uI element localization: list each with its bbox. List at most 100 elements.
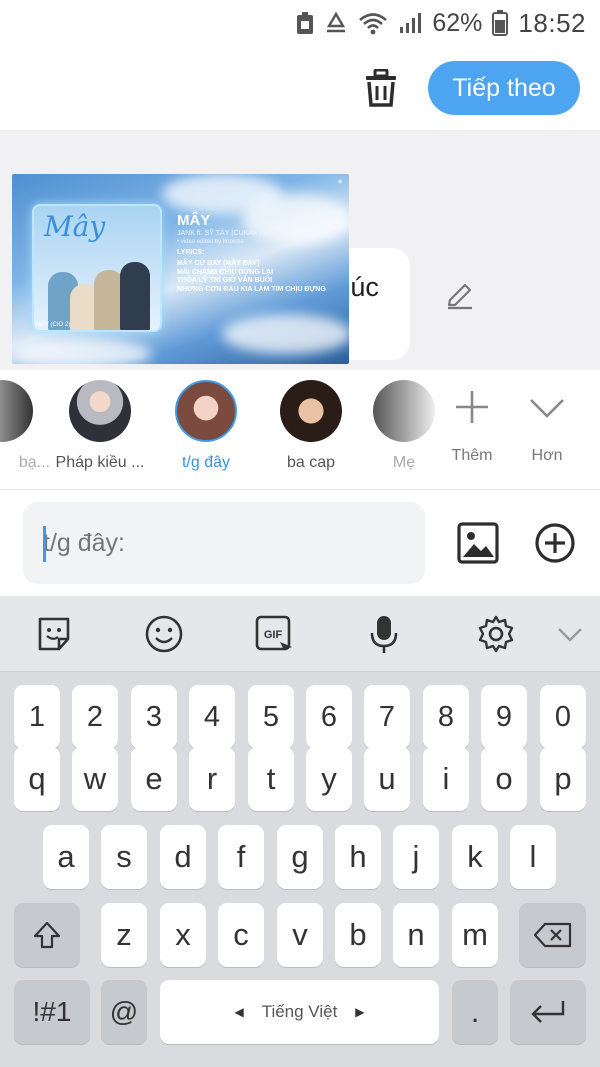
shift-icon — [33, 921, 61, 949]
key-4[interactable]: 4 — [189, 685, 235, 749]
song-editor: • video edited by tiruxime — [177, 239, 244, 245]
key-o[interactable]: o — [481, 747, 527, 811]
contact-avatar — [373, 380, 435, 442]
contact-name: Mẹ — [392, 454, 416, 471]
delete-button[interactable] — [360, 66, 402, 110]
plus-icon — [456, 391, 488, 423]
key-i[interactable]: i — [423, 747, 469, 811]
contact-item[interactable]: bạ... — [0, 380, 50, 472]
album-caption: MÂY (CIO 2) — [36, 322, 71, 328]
contact-name: Pháp kiều ... — [55, 454, 145, 471]
key-y[interactable]: y — [306, 747, 352, 811]
wifi-icon — [358, 11, 388, 35]
key-3[interactable]: 3 — [131, 685, 177, 749]
contact-name: t/g đây — [181, 454, 231, 471]
key-m[interactable]: m — [452, 903, 498, 967]
key-q[interactable]: q — [14, 747, 60, 811]
contact-avatar — [280, 380, 342, 442]
chevron-down-icon — [530, 399, 564, 418]
contact-item[interactable]: Mẹ — [356, 380, 452, 472]
key-j[interactable]: j — [393, 825, 439, 889]
key-9[interactable]: 9 — [481, 685, 527, 749]
key-f[interactable]: f — [218, 825, 264, 889]
text-cursor — [43, 526, 46, 562]
status-icons: 62% 18:52 — [296, 6, 586, 40]
key-h[interactable]: h — [335, 825, 381, 889]
collapse-keyboard-button[interactable] — [550, 614, 590, 654]
keyboard-settings-button[interactable] — [476, 614, 516, 654]
plus-circle-icon — [535, 523, 575, 563]
contact-avatar — [0, 380, 33, 442]
symbols-key[interactable]: !#1 — [14, 980, 90, 1044]
key-6[interactable]: 6 — [306, 685, 352, 749]
chat-area: Mây MÂY (CIO 2) MÂY JANK ft. SỸ TÂY (CUK… — [0, 130, 600, 370]
space-key[interactable]: ◀ Tiếng Việt ▶ — [160, 980, 439, 1044]
key-0[interactable]: 0 — [540, 685, 586, 749]
key-7[interactable]: 7 — [364, 685, 410, 749]
more-label: Thêm — [451, 447, 493, 464]
at-key[interactable]: @ — [101, 980, 147, 1044]
svg-text:GIF: GIF — [264, 629, 283, 641]
add-attachment-button[interactable] — [533, 521, 577, 565]
trash-icon — [366, 69, 396, 107]
key-v[interactable]: v — [277, 903, 323, 967]
key-p[interactable]: p — [540, 747, 586, 811]
key-b[interactable]: b — [335, 903, 381, 967]
key-d[interactable]: d — [160, 825, 206, 889]
song-artist: JANK ft. SỸ TÂY (CUKAK REMIX) — [177, 230, 285, 237]
period-key[interactable]: . — [452, 980, 498, 1044]
key-e[interactable]: e — [131, 747, 177, 811]
contact-item[interactable]: Pháp kiều ... — [52, 380, 148, 472]
attach-image-button[interactable] — [456, 521, 500, 565]
emoji-icon — [145, 615, 183, 653]
key-z[interactable]: z — [101, 903, 147, 967]
key-g[interactable]: g — [277, 825, 323, 889]
key-r[interactable]: r — [189, 747, 235, 811]
sticker-icon — [38, 617, 70, 651]
clock: 18:52 — [518, 7, 586, 38]
contact-item-selected[interactable]: t/g đây — [158, 380, 254, 472]
key-2[interactable]: 2 — [72, 685, 118, 749]
settings-icon — [478, 615, 514, 653]
corner-logo-icon: ✦ — [337, 179, 343, 186]
key-x[interactable]: x — [160, 903, 206, 967]
key-a[interactable]: a — [43, 825, 89, 889]
key-l[interactable]: l — [510, 825, 556, 889]
expand-button[interactable]: Hơn — [517, 388, 577, 465]
backspace-key[interactable] — [519, 903, 586, 967]
notification-icon — [296, 11, 314, 35]
edit-message-button[interactable] — [444, 280, 476, 312]
share-target-strip: bạ... Pháp kiều ... t/g đây ba cap Mẹ Th… — [0, 370, 600, 490]
enter-key[interactable] — [510, 980, 586, 1044]
key-w[interactable]: w — [72, 747, 118, 811]
key-s[interactable]: s — [101, 825, 147, 889]
voice-input-button[interactable] — [364, 614, 404, 654]
contact-name: bạ... — [18, 454, 50, 471]
message-input[interactable] — [23, 502, 425, 584]
key-5[interactable]: 5 — [248, 685, 294, 749]
key-u[interactable]: u — [364, 747, 410, 811]
emoji-button[interactable] — [144, 614, 184, 654]
status-bar: 62% 18:52 — [0, 0, 600, 46]
key-8[interactable]: 8 — [423, 685, 469, 749]
key-k[interactable]: k — [452, 825, 498, 889]
shift-key[interactable] — [14, 903, 80, 967]
sticker-button[interactable] — [34, 614, 74, 654]
attached-video-preview[interactable]: Mây MÂY (CIO 2) MÂY JANK ft. SỸ TÂY (CUK… — [12, 174, 349, 364]
lyrics-line: THỎA LÝ TRÍ GIỜ VẪN BUỒI — [177, 277, 273, 284]
key-n[interactable]: n — [393, 903, 439, 967]
space-language-label: Tiếng Việt — [261, 1002, 338, 1021]
more-targets-button[interactable]: Thêm — [442, 388, 502, 465]
microphone-icon — [370, 616, 398, 653]
album-cover-title: Mây — [44, 210, 106, 243]
key-1[interactable]: 1 — [14, 685, 60, 749]
album-cover: Mây — [32, 204, 162, 332]
next-button[interactable]: Tiếp theo — [428, 61, 580, 115]
contact-avatar — [69, 380, 131, 442]
contact-item[interactable]: ba cap — [263, 380, 359, 472]
gif-button[interactable]: GIF — [254, 614, 294, 654]
language-right-icon: ▶ — [355, 1005, 365, 1019]
key-t[interactable]: t — [248, 747, 294, 811]
key-c[interactable]: c — [218, 903, 264, 967]
expand-label: Hơn — [531, 447, 563, 464]
